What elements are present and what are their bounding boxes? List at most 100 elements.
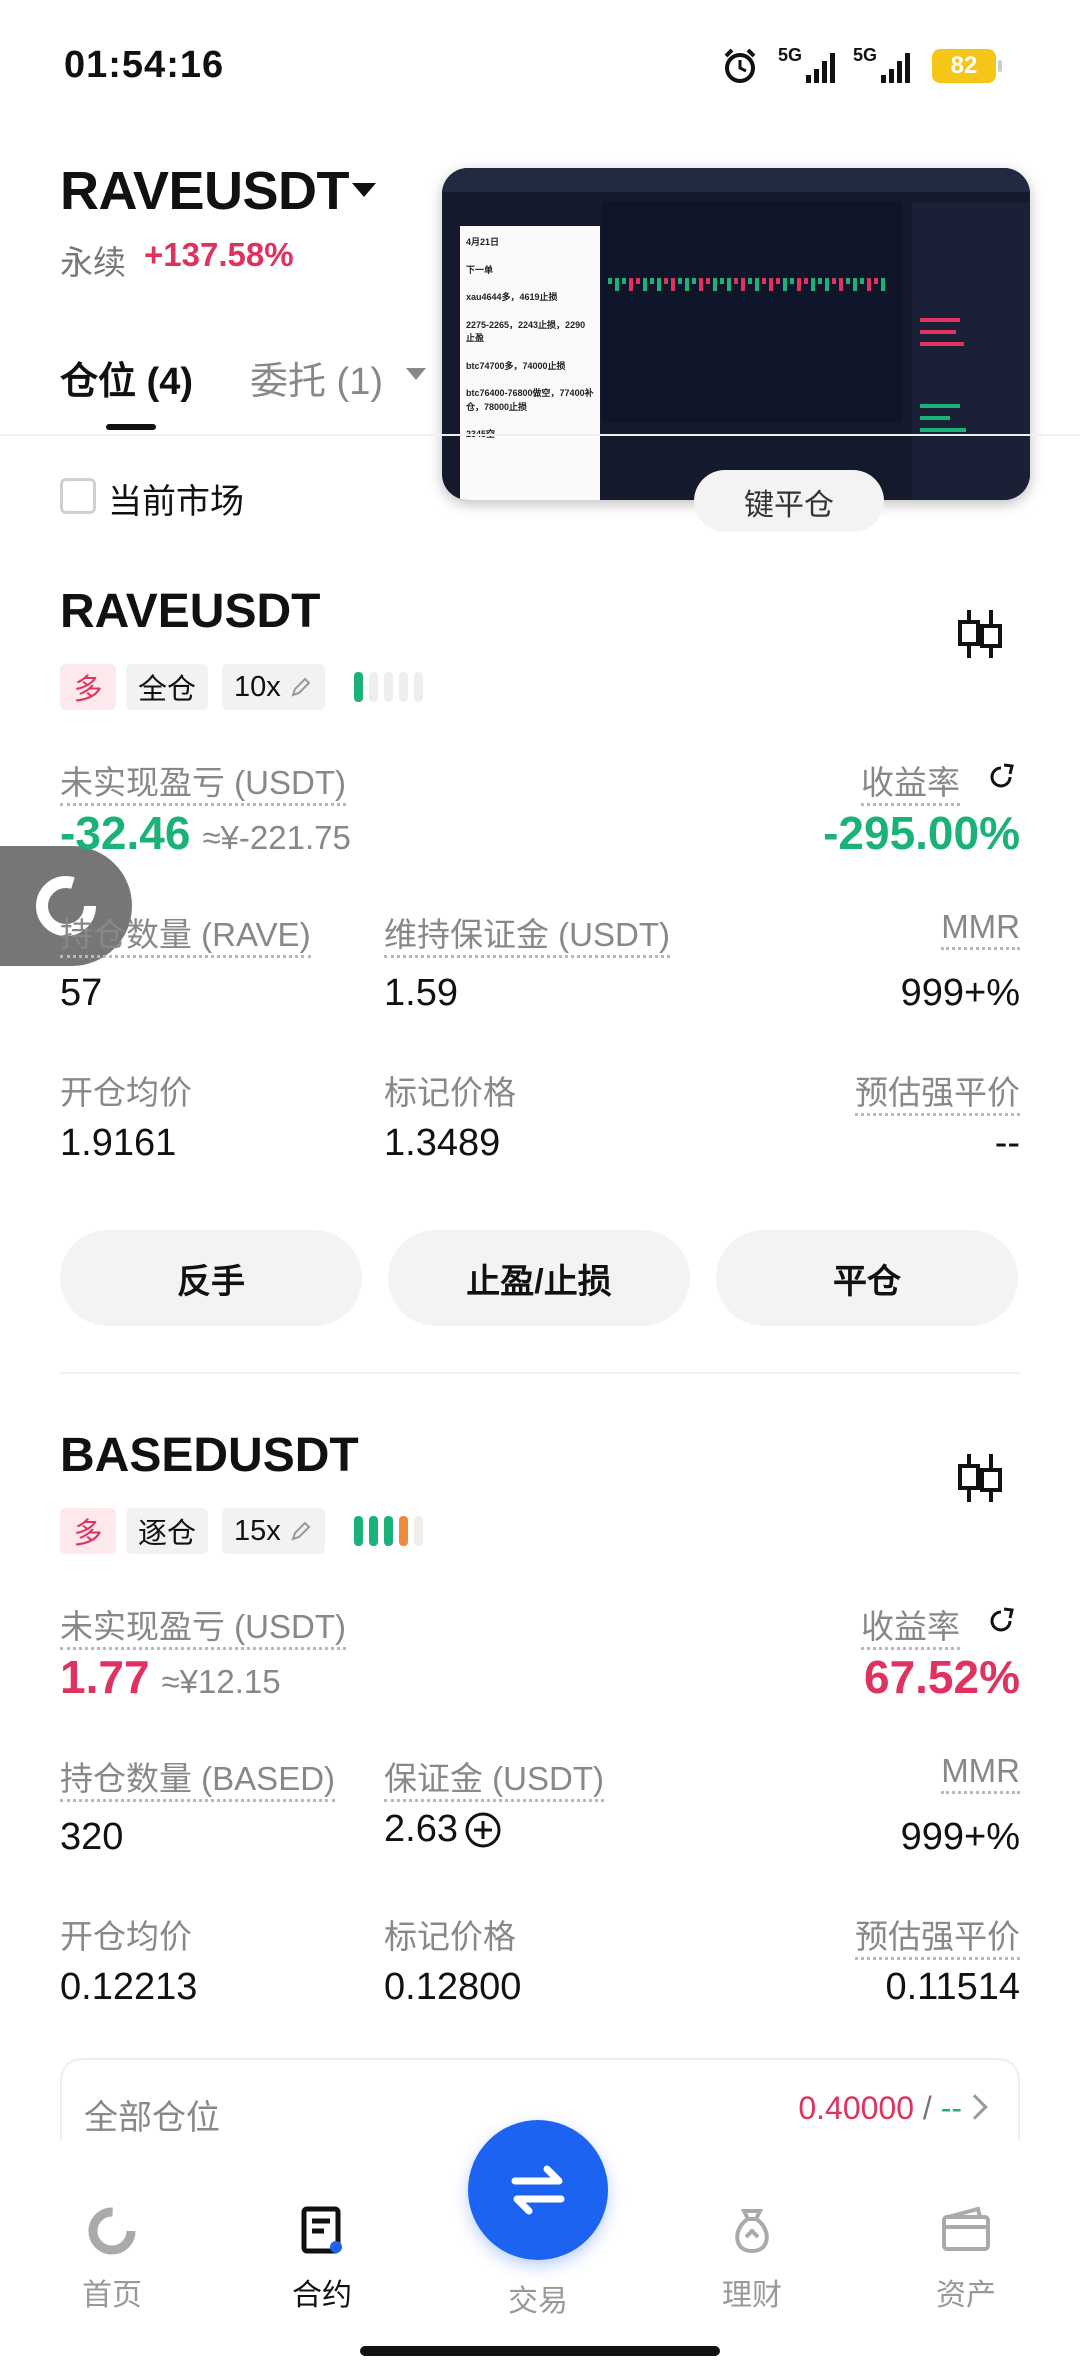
- signal-icon-2: 5G: [853, 45, 910, 83]
- thumb-candle: [692, 278, 696, 284]
- unrealized-pnl: 1.77: [60, 1651, 150, 1703]
- leverage-button[interactable]: 15x: [222, 1508, 325, 1554]
- qty-value: 57: [60, 972, 103, 1014]
- wallet-icon: [942, 2206, 990, 2251]
- thumb-candle: [762, 278, 766, 284]
- trade-fab-button[interactable]: [468, 2120, 608, 2260]
- thumb-candle: [769, 278, 773, 291]
- share-icon[interactable]: [986, 762, 1016, 792]
- risk-level-bars: [354, 1516, 423, 1546]
- pnl-row: -32.46 ≈¥-221.75: [60, 806, 351, 860]
- pip-note-panel: 4月21日 下一单 xau4644多，4619止损 2275-2265，2243…: [460, 226, 600, 500]
- nav-assets[interactable]: 资产: [906, 2200, 1026, 2314]
- price-change: +137.58%: [144, 236, 294, 273]
- thumb-candle: [650, 278, 654, 284]
- network-type-1: 5G: [778, 45, 803, 65]
- roe-value: 67.52%: [863, 1651, 1020, 1703]
- thumb-candle: [825, 278, 829, 291]
- thumb-candle: [664, 278, 668, 284]
- current-market-label[interactable]: 当前市场: [108, 474, 244, 523]
- mmr-label[interactable]: MMR: [941, 1752, 1020, 1794]
- note-line: 下一单: [466, 264, 494, 275]
- thumb-candle: [846, 278, 850, 284]
- thumb-candle: [797, 278, 801, 291]
- nav-trade-label: 交易: [508, 2285, 568, 2318]
- mark-value: 1.3489: [384, 1122, 501, 1164]
- symbol-title[interactable]: RAVEUSDT: [60, 160, 350, 222]
- all-positions-value: 0.40000 / --: [798, 2090, 962, 2127]
- mark-label: 标记价格: [384, 1074, 516, 1111]
- thumb-candle: [832, 278, 836, 284]
- note-line: btc74700多，74000止损: [466, 360, 566, 371]
- mmr-label[interactable]: MMR: [941, 908, 1020, 950]
- liq-value: --: [994, 1122, 1020, 1164]
- nav-trade[interactable]: 交易: [478, 2276, 598, 2320]
- contract-icon: [301, 2206, 342, 2254]
- thumb-candle: [874, 278, 878, 284]
- symbol-dropdown-icon[interactable]: [352, 183, 376, 197]
- close-position-button[interactable]: 平仓: [716, 1230, 1018, 1326]
- margin-label[interactable]: 维持保证金 (USDT): [384, 916, 670, 958]
- pnl-cny: ≈¥12.15: [161, 1663, 281, 1700]
- note-line: 2275-2265，2243止损，2290止盈: [466, 319, 586, 344]
- tab-positions[interactable]: 仓位 (4): [60, 350, 193, 405]
- liq-value: 0.11514: [885, 1966, 1020, 2008]
- mark-label: 标记价格: [384, 1918, 516, 1955]
- thumb-candle: [776, 278, 780, 284]
- current-market-checkbox[interactable]: [60, 478, 96, 514]
- position-symbol[interactable]: BASEDUSDT: [60, 1428, 359, 1483]
- qty-value: 320: [60, 1816, 124, 1858]
- pnl-label[interactable]: 未实现盈亏 (USDT): [60, 1608, 346, 1650]
- thumb-candle: [720, 278, 724, 284]
- all-positions-amount: 0.40000: [798, 2090, 915, 2126]
- thumb-candle: [867, 278, 871, 291]
- all-positions-sep: /: [922, 2090, 932, 2126]
- thumb-candle: [783, 278, 787, 291]
- close-all-button[interactable]: 键平仓: [694, 470, 884, 532]
- liq-label[interactable]: 预估强平价: [855, 1074, 1020, 1116]
- thumb-candle: [804, 278, 808, 284]
- roe-label[interactable]: 收益率: [861, 764, 960, 806]
- leverage-button[interactable]: 10x: [222, 664, 325, 710]
- nav-home-label: 首页: [82, 2279, 142, 2312]
- nav-home[interactable]: 首页: [52, 2200, 172, 2314]
- side-badge: 多: [60, 664, 116, 710]
- thumb-candle: [713, 278, 717, 291]
- margin-value: 2.63: [384, 1808, 458, 1850]
- thumb-candle: [881, 278, 885, 291]
- tab-active-indicator: [106, 424, 156, 430]
- margin-row: 2.63: [384, 1808, 502, 1851]
- side-badge: 多: [60, 1508, 116, 1554]
- pnl-label[interactable]: 未实现盈亏 (USDT): [60, 764, 346, 806]
- reverse-button[interactable]: 反手: [60, 1230, 362, 1326]
- margin-label[interactable]: 保证金 (USDT): [384, 1760, 604, 1802]
- home-indicator[interactable]: [360, 2346, 720, 2356]
- kline-chart-icon[interactable]: [956, 1452, 1004, 1504]
- share-icon[interactable]: [986, 1606, 1016, 1636]
- nav-assets-label: 资产: [936, 2279, 996, 2312]
- mmr-value: 999+%: [900, 972, 1020, 1014]
- swap-icon: [511, 2165, 565, 2215]
- qty-label[interactable]: 持仓数量 (BASED): [60, 1760, 336, 1802]
- note-line: xau4644多，4619止损: [466, 292, 558, 302]
- pip-chart-thumbnail[interactable]: 4月21日 下一单 xau4644多，4619止损 2275-2265，2243…: [442, 168, 1030, 500]
- roe-label[interactable]: 收益率: [861, 1608, 960, 1650]
- nav-finance-label: 理财: [722, 2279, 782, 2312]
- position-symbol[interactable]: RAVEUSDT: [60, 584, 320, 639]
- tp-sl-button[interactable]: 止盈/止损: [388, 1230, 690, 1326]
- tab-orders[interactable]: 委托 (1): [250, 350, 383, 405]
- add-margin-icon[interactable]: [464, 1811, 502, 1849]
- thumb-candle: [790, 278, 794, 284]
- edit-icon: [291, 677, 311, 697]
- margin-mode-badge: 全仓: [126, 664, 209, 710]
- kline-chart-icon[interactable]: [956, 608, 1004, 660]
- liq-label[interactable]: 预估强平价: [855, 1918, 1020, 1960]
- nav-finance[interactable]: 理财: [692, 2200, 812, 2314]
- orders-dropdown-icon[interactable]: [406, 368, 426, 380]
- nav-contract[interactable]: 合约: [262, 2200, 382, 2314]
- thumb-candle: [734, 278, 738, 284]
- risk-level-bars: [354, 672, 423, 702]
- home-icon: [88, 2207, 136, 2255]
- qty-label[interactable]: 持仓数量 (RAVE): [60, 916, 311, 958]
- thumb-candle: [811, 278, 815, 291]
